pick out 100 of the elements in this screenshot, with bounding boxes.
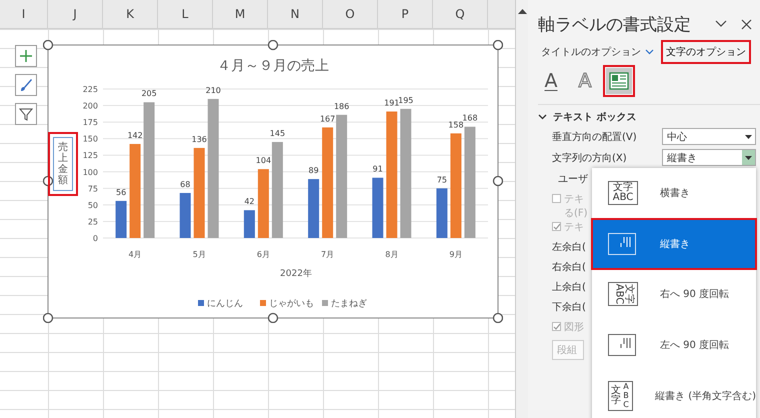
checkbox-label: る(F) bbox=[564, 207, 588, 220]
chart-filters-button[interactable] bbox=[15, 103, 37, 125]
x-axis-label: 7月 bbox=[321, 250, 334, 259]
y-axis-label: 25 bbox=[88, 217, 98, 226]
column-header[interactable]: Q bbox=[455, 7, 465, 21]
y-axis-title: 売上金額 bbox=[58, 142, 68, 186]
legend-label: にんじん bbox=[207, 299, 243, 309]
plus-icon bbox=[19, 49, 33, 63]
resize-handle[interactable] bbox=[43, 40, 54, 50]
resize-handle[interactable] bbox=[492, 312, 503, 323]
resize-handle[interactable] bbox=[43, 176, 54, 186]
x-axis-label: 8月 bbox=[385, 250, 398, 259]
chart-title: ４月～９月の売上 bbox=[217, 58, 329, 74]
y-axis-label: 125 bbox=[82, 151, 98, 160]
field-label: 文字列の方向(X) bbox=[552, 152, 628, 164]
menu-item[interactable]: 縦書き bbox=[592, 218, 756, 270]
text-direction-icon bbox=[608, 334, 638, 356]
x-axis-label: 6月 bbox=[256, 250, 270, 259]
dropdown-arrow-button[interactable] bbox=[742, 150, 755, 165]
resize-handle[interactable] bbox=[268, 40, 278, 50]
field-label: 下余白( bbox=[552, 301, 586, 314]
chevron-down-icon[interactable] bbox=[715, 20, 727, 28]
x-axis-label: 5月 bbox=[192, 250, 206, 259]
axis-title[interactable]: 売上金額 bbox=[53, 137, 73, 191]
y-axis-label: 225 bbox=[82, 85, 98, 94]
menu-item[interactable]: 左へ 90 度回転 bbox=[592, 320, 756, 370]
text-box-icon bbox=[609, 72, 629, 90]
filter-icon bbox=[19, 107, 33, 121]
text-direction-icon bbox=[608, 232, 638, 255]
column-header[interactable]: L bbox=[182, 7, 188, 21]
dropdown[interactable]: 縦書き bbox=[662, 149, 756, 166]
data-label: 68 bbox=[180, 180, 190, 189]
check-icon bbox=[553, 322, 560, 330]
check-icon bbox=[553, 222, 560, 230]
data-label: 42 bbox=[244, 197, 254, 206]
text-box-tab[interactable] bbox=[606, 68, 632, 94]
data-label: 195 bbox=[398, 96, 414, 105]
data-label: 75 bbox=[436, 175, 447, 184]
scrollbar[interactable] bbox=[515, 0, 528, 418]
x-axis-label: 4月 bbox=[128, 250, 142, 259]
caret-icon bbox=[745, 134, 752, 138]
brush-icon bbox=[19, 78, 33, 92]
y-axis-label: 175 bbox=[82, 118, 98, 128]
menu-item[interactable]: 文字 ABC 右へ 90 度回転 bbox=[592, 269, 756, 320]
column-header[interactable]: J bbox=[73, 7, 77, 21]
data-label: 205 bbox=[141, 89, 157, 98]
group-label: ユーザ bbox=[558, 173, 588, 186]
caret-icon bbox=[745, 156, 752, 160]
dropdown[interactable]: 中心 bbox=[662, 128, 756, 145]
field-label: 左余白( bbox=[552, 241, 586, 254]
close-icon[interactable] bbox=[741, 18, 752, 30]
options-tab[interactable]: タイトルのオプション bbox=[538, 42, 657, 62]
data-label: 56 bbox=[116, 188, 126, 197]
field-label: 右余白( bbox=[552, 261, 586, 274]
y-axis-label: 0 bbox=[92, 234, 98, 243]
data-label: 191 bbox=[384, 98, 400, 108]
chart-elements-button[interactable] bbox=[15, 45, 37, 67]
checkbox-label: テキ bbox=[564, 193, 585, 206]
text-direction-icon: 文字 ABC bbox=[608, 282, 638, 306]
column-header[interactable]: I bbox=[22, 7, 26, 21]
section-heading: テキスト ボックス bbox=[553, 111, 636, 124]
y-axis-label: 200 bbox=[82, 102, 98, 111]
data-label: 142 bbox=[127, 130, 143, 140]
resize-handle[interactable] bbox=[492, 176, 503, 186]
data-label: 168 bbox=[462, 114, 478, 123]
highlight-frame bbox=[48, 132, 78, 196]
data-label: 210 bbox=[206, 86, 221, 95]
x-axis-title: 2022年 bbox=[280, 269, 312, 279]
legend-label: たまねぎ bbox=[331, 299, 367, 309]
x-axis-label: 9月 bbox=[449, 250, 462, 259]
data-label: 167 bbox=[320, 114, 336, 124]
checkbox-label: 図形 bbox=[564, 321, 584, 334]
y-axis-label: 100 bbox=[82, 168, 98, 177]
y-axis-label: 150 bbox=[82, 134, 98, 144]
column-header[interactable]: K bbox=[126, 7, 134, 21]
chevron-down-icon[interactable] bbox=[538, 114, 547, 120]
field-label: 上余白( bbox=[552, 280, 586, 294]
panel-title: 軸ラベルの書式設定 bbox=[538, 14, 691, 36]
resize-handle[interactable] bbox=[43, 312, 54, 323]
data-label: 104 bbox=[256, 156, 272, 166]
up-arrow-icon bbox=[518, 8, 526, 14]
y-axis-label: 50 bbox=[88, 200, 98, 210]
chart-styles-button[interactable] bbox=[15, 74, 37, 96]
options-tab[interactable]: 文字のオプション bbox=[663, 42, 749, 62]
column-header[interactable]: M bbox=[234, 7, 246, 21]
data-label: 145 bbox=[270, 128, 286, 138]
text-outline-tab[interactable]: A bbox=[572, 68, 598, 94]
column-header[interactable]: N bbox=[290, 7, 300, 21]
data-label: 91 bbox=[372, 164, 383, 174]
resize-handle[interactable] bbox=[268, 312, 278, 323]
y-axis-label: 75 bbox=[88, 184, 98, 194]
column-header[interactable]: P bbox=[401, 7, 409, 21]
resize-handle[interactable] bbox=[492, 40, 503, 50]
column-header[interactable]: O bbox=[345, 7, 355, 21]
data-label: 186 bbox=[334, 102, 350, 111]
field-label: 垂直方向の配置(V) bbox=[552, 130, 638, 144]
text-fill-tab[interactable]: A bbox=[538, 68, 564, 94]
checkbox-label: テキ bbox=[564, 221, 584, 234]
legend-label: じゃがいも bbox=[269, 299, 314, 309]
data-label: 89 bbox=[308, 166, 319, 176]
